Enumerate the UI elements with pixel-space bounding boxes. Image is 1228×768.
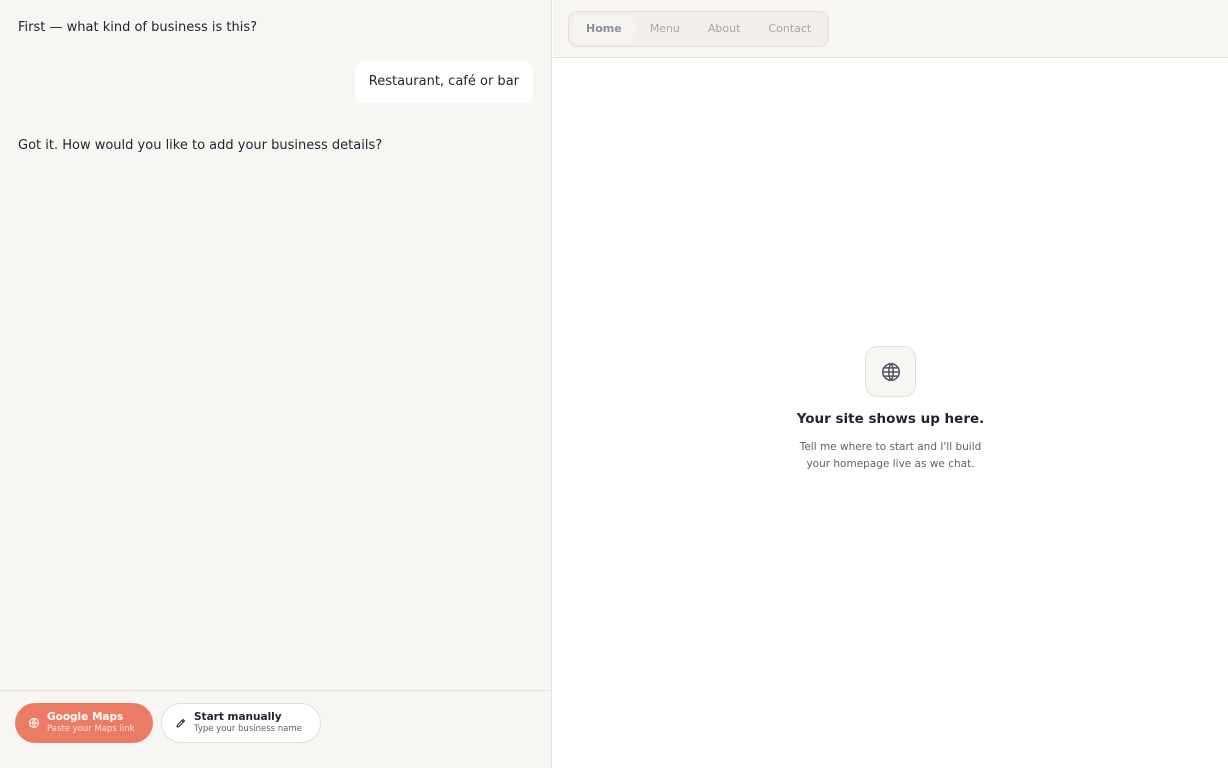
user-message-row: Restaurant, café or bar xyxy=(18,61,533,103)
empty-state-subtitle: Tell me where to start and I'll build yo… xyxy=(799,441,982,470)
start-manually-button[interactable]: Start manually Type your business name xyxy=(161,703,321,743)
google-maps-subtitle: Paste your Maps link xyxy=(47,724,135,734)
google-maps-button[interactable]: Google Maps Paste your Maps link xyxy=(15,703,153,743)
page-tabs: Home Menu About Contact xyxy=(568,11,830,47)
user-message: Restaurant, café or bar xyxy=(354,61,533,103)
pencil-icon xyxy=(175,717,187,729)
tab-about[interactable]: About xyxy=(694,15,755,43)
tab-home[interactable]: Home xyxy=(572,15,636,43)
empty-state-title: Your site shows up here. xyxy=(796,411,985,427)
globe-icon xyxy=(865,346,916,397)
google-maps-title: Google Maps xyxy=(47,711,124,723)
preview-header: Home Menu About Contact xyxy=(553,0,1228,58)
chat-options: Google Maps Paste your Maps link Start m… xyxy=(0,690,551,768)
start-manually-subtitle: Type your business name xyxy=(194,724,302,734)
chat-panel: First — what kind of business is this? R… xyxy=(0,0,552,768)
preview-empty-state: Your site shows up here. Tell me where t… xyxy=(553,346,1228,473)
site-preview-panel: Home Menu About Contact Your site shows … xyxy=(553,0,1228,768)
assistant-message: Got it. How would you like to add your b… xyxy=(18,138,383,153)
globe-icon xyxy=(28,717,40,729)
start-manually-title: Start manually xyxy=(194,711,282,723)
assistant-message: First — what kind of business is this? xyxy=(18,20,258,35)
tab-menu[interactable]: Menu xyxy=(636,15,694,43)
tab-contact[interactable]: Contact xyxy=(754,15,825,43)
chat-messages: First — what kind of business is this? R… xyxy=(0,0,551,690)
